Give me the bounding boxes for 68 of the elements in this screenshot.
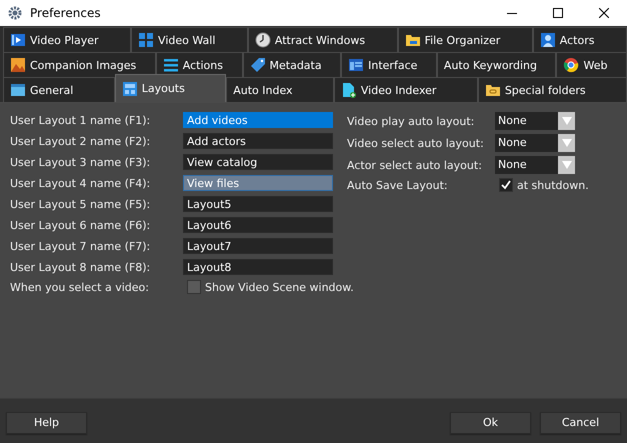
checkbox[interactable] bbox=[499, 178, 513, 192]
field-label: Video select auto layout: bbox=[347, 136, 485, 150]
field-label: User Layout 8 name (F8): bbox=[10, 260, 152, 274]
field-label: User Layout 6 name (F6): bbox=[10, 218, 152, 232]
image-icon bbox=[10, 57, 26, 73]
field-label: User Layout 2 name (F2): bbox=[10, 134, 152, 148]
tag-icon bbox=[250, 57, 266, 73]
tab[interactable]: Video Player bbox=[3, 27, 132, 52]
tab[interactable]: Web bbox=[556, 52, 627, 77]
close-icon bbox=[599, 8, 609, 18]
cancel-button[interactable]: Cancel bbox=[540, 412, 621, 434]
field-label: User Layout 1 name (F1): bbox=[10, 114, 152, 126]
help-button[interactable]: Help bbox=[6, 412, 87, 434]
tab[interactable]: Special folders bbox=[478, 77, 627, 102]
text-field[interactable]: View files bbox=[183, 175, 333, 191]
tab[interactable]: Layouts bbox=[114, 74, 226, 102]
tab[interactable]: Attract Windows bbox=[248, 27, 398, 52]
tab[interactable]: Metadata bbox=[242, 52, 342, 77]
checkbox-label: at shutdown. bbox=[517, 178, 589, 192]
dropdown[interactable]: None bbox=[495, 134, 575, 152]
film-icon bbox=[10, 32, 26, 48]
field-label: Actor select auto layout: bbox=[347, 158, 483, 172]
tab[interactable]: Companion Images bbox=[3, 52, 156, 77]
caret-icon bbox=[562, 117, 572, 125]
window-icon bbox=[10, 82, 26, 98]
dropdown[interactable]: None bbox=[495, 156, 575, 174]
field-label: User Layout 5 name (F5): bbox=[10, 198, 152, 210]
lines-icon bbox=[162, 57, 179, 73]
check-icon bbox=[501, 180, 511, 190]
tab[interactable]: General bbox=[3, 77, 115, 102]
dropdown[interactable]: None bbox=[495, 112, 575, 130]
checkbox[interactable] bbox=[187, 280, 201, 294]
text-field[interactable]: View catalog bbox=[183, 154, 333, 170]
text-field[interactable]: Add actors bbox=[183, 133, 333, 149]
folder-icon bbox=[484, 82, 501, 98]
field-label: Auto Save Layout: bbox=[347, 178, 449, 192]
tab[interactable]: Actors bbox=[532, 27, 627, 52]
text-field[interactable]: Layout7 bbox=[183, 238, 333, 254]
gear-icon bbox=[8, 6, 22, 20]
folder-icon bbox=[404, 32, 421, 48]
grid-icon bbox=[138, 32, 154, 48]
field-label: User Layout 3 name (F3): bbox=[10, 156, 152, 168]
text-field[interactable]: Layout8 bbox=[183, 259, 333, 275]
tab[interactable]: Video Wall bbox=[131, 27, 248, 52]
window-icon bbox=[348, 57, 364, 73]
field-label: Video play auto layout: bbox=[347, 114, 476, 128]
clock-icon bbox=[254, 32, 271, 48]
tab[interactable]: Auto Keywording bbox=[436, 52, 556, 77]
tab[interactable]: Interface bbox=[341, 52, 437, 77]
tab[interactable]: File Organizer bbox=[398, 27, 533, 52]
layout-icon bbox=[122, 80, 138, 96]
checkbox-label: Show Video Scene window. bbox=[205, 280, 354, 294]
text-field[interactable]: Layout5 bbox=[183, 196, 333, 212]
maximize-icon bbox=[553, 8, 563, 18]
field-label: User Layout 4 name (F4): bbox=[10, 176, 152, 190]
field-label: When you select a video: bbox=[10, 280, 150, 294]
window-title: Preferences bbox=[30, 6, 102, 20]
text-field[interactable]: Add videos bbox=[183, 112, 333, 128]
globe-icon bbox=[563, 57, 580, 73]
document-icon bbox=[340, 82, 357, 98]
tab[interactable]: Auto Index bbox=[226, 77, 334, 102]
field-label: User Layout 7 name (F7): bbox=[10, 240, 152, 252]
tab[interactable]: Video Indexer bbox=[334, 77, 478, 102]
ok-button[interactable]: Ok bbox=[450, 412, 531, 434]
caret-icon bbox=[562, 161, 572, 169]
person-icon bbox=[540, 32, 556, 48]
caret-icon bbox=[562, 139, 572, 147]
text-field[interactable]: Layout6 bbox=[183, 217, 333, 233]
